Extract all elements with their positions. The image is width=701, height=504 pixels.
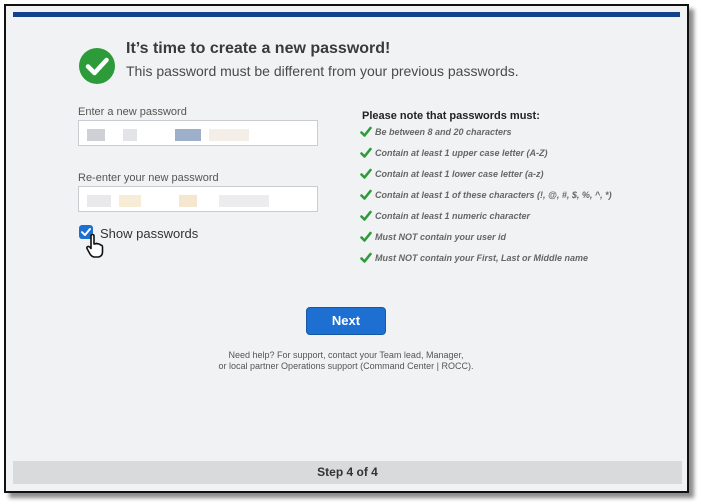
rules-title: Please note that passwords must: bbox=[362, 110, 540, 122]
help-text-line-1: Need help? For support, contact your Tea… bbox=[228, 350, 464, 360]
green-check-icon bbox=[360, 126, 372, 137]
masked-text bbox=[119, 195, 141, 207]
green-check-icon bbox=[360, 189, 372, 200]
top-accent-bar bbox=[13, 12, 680, 17]
step-indicator: Step 4 of 4 bbox=[13, 461, 682, 484]
green-check-icon bbox=[360, 210, 372, 221]
confirm-password-label: Re-enter your new password bbox=[78, 172, 219, 184]
confirm-password-field[interactable] bbox=[78, 186, 318, 212]
rule-text: Contain at least 1 numeric character bbox=[375, 211, 531, 221]
page-title: It’s time to create a new password! bbox=[126, 40, 391, 57]
green-check-icon bbox=[360, 147, 372, 158]
masked-text bbox=[179, 195, 197, 207]
masked-text bbox=[87, 129, 105, 141]
masked-text bbox=[175, 129, 201, 141]
new-password-label: Enter a new password bbox=[78, 106, 187, 118]
show-passwords-label[interactable]: Show passwords bbox=[100, 226, 198, 241]
success-check-icon bbox=[79, 48, 115, 84]
green-check-icon bbox=[360, 252, 372, 263]
rule-text: Must NOT contain your First, Last or Mid… bbox=[375, 253, 589, 263]
hand-cursor-icon bbox=[86, 234, 104, 258]
dialog-frame: It’s time to create a new password! This… bbox=[4, 4, 689, 493]
masked-text bbox=[87, 195, 111, 207]
rule-text: Contain at least 1 lower case letter (a-… bbox=[375, 169, 544, 179]
rule-text: Contain at least 1 of these characters (… bbox=[375, 190, 612, 200]
next-button[interactable]: Next bbox=[306, 307, 386, 335]
masked-text bbox=[209, 129, 249, 141]
rule-text: Must NOT contain your user id bbox=[375, 232, 507, 242]
masked-text bbox=[219, 195, 269, 207]
page-subtitle: This password must be different from you… bbox=[126, 63, 519, 79]
rule-text: Be between 8 and 20 characters bbox=[375, 127, 512, 137]
new-password-field[interactable] bbox=[78, 120, 318, 146]
green-check-icon bbox=[360, 168, 372, 179]
masked-text bbox=[123, 129, 137, 141]
rule-text: Contain at least 1 upper case letter (A-… bbox=[375, 148, 548, 158]
help-text-line-2: or local partner Operations support (Com… bbox=[218, 361, 474, 371]
green-check-icon bbox=[360, 231, 372, 242]
